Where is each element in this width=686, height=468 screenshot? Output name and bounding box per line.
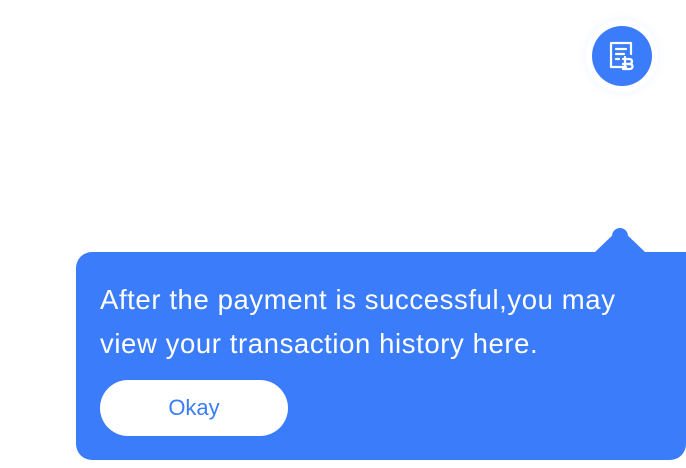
guide-tooltip: After the payment is successful,you may …	[76, 252, 686, 460]
transaction-history-button[interactable]	[586, 20, 658, 92]
receipt-baht-icon	[609, 41, 634, 71]
tooltip-message: After the payment is successful,you may …	[100, 284, 616, 359]
transaction-history-button-fill	[592, 26, 652, 86]
onboarding-screen: After the payment is successful,you may …	[0, 0, 686, 468]
tooltip-pointer-tip	[612, 228, 628, 238]
okay-button[interactable]: Okay	[100, 380, 288, 436]
